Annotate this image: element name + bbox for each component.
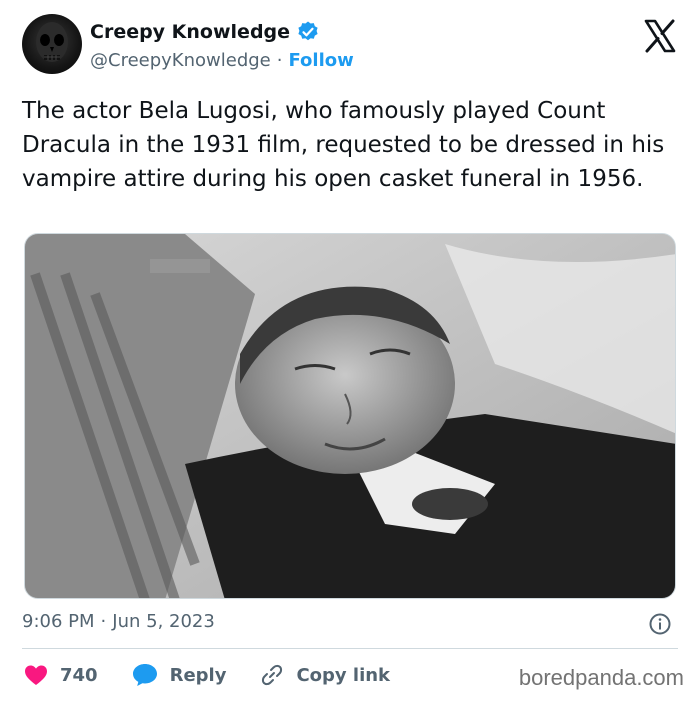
tweet-photo[interactable] bbox=[24, 233, 676, 599]
link-icon bbox=[262, 664, 283, 686]
divider bbox=[22, 648, 678, 649]
name-row: Creepy Knowledge bbox=[90, 20, 320, 44]
copy-link-button[interactable]: Copy link bbox=[260, 663, 390, 687]
watermark: boredpanda.com bbox=[518, 665, 684, 690]
like-count: 740 bbox=[60, 664, 98, 686]
separator: · bbox=[276, 50, 283, 71]
x-logo-icon[interactable] bbox=[642, 18, 678, 54]
handle-row: @CreepyKnowledge · Follow bbox=[90, 50, 354, 71]
like-button[interactable]: 740 bbox=[24, 664, 98, 686]
reply-button[interactable]: Reply bbox=[132, 663, 227, 687]
timestamp-separator: · bbox=[100, 611, 107, 632]
display-name[interactable]: Creepy Knowledge bbox=[90, 21, 290, 43]
reply-icon bbox=[132, 664, 157, 686]
action-bar: 740 Reply Copy link bbox=[24, 660, 424, 690]
photo-image bbox=[25, 234, 675, 598]
verified-badge-icon bbox=[296, 20, 320, 44]
skull-avatar-image bbox=[36, 22, 68, 62]
tweet-header: Creepy Knowledge @CreepyKnowledge · Foll… bbox=[22, 14, 682, 78]
info-icon[interactable] bbox=[648, 612, 672, 636]
avatar[interactable] bbox=[22, 14, 82, 74]
copy-link-label: Copy link bbox=[296, 664, 391, 686]
heart-icon bbox=[25, 665, 47, 685]
tweet-text: The actor Bela Lugosi, who famously play… bbox=[22, 98, 665, 192]
tweet-date[interactable]: Jun 5, 2023 bbox=[112, 611, 215, 632]
tweet-time[interactable]: 9:06 PM bbox=[22, 611, 95, 632]
handle[interactable]: @CreepyKnowledge bbox=[90, 50, 271, 71]
follow-button[interactable]: Follow bbox=[288, 50, 353, 71]
reply-label: Reply bbox=[169, 664, 227, 686]
timestamp-row: 9:06 PM · Jun 5, 2023 bbox=[22, 611, 215, 632]
